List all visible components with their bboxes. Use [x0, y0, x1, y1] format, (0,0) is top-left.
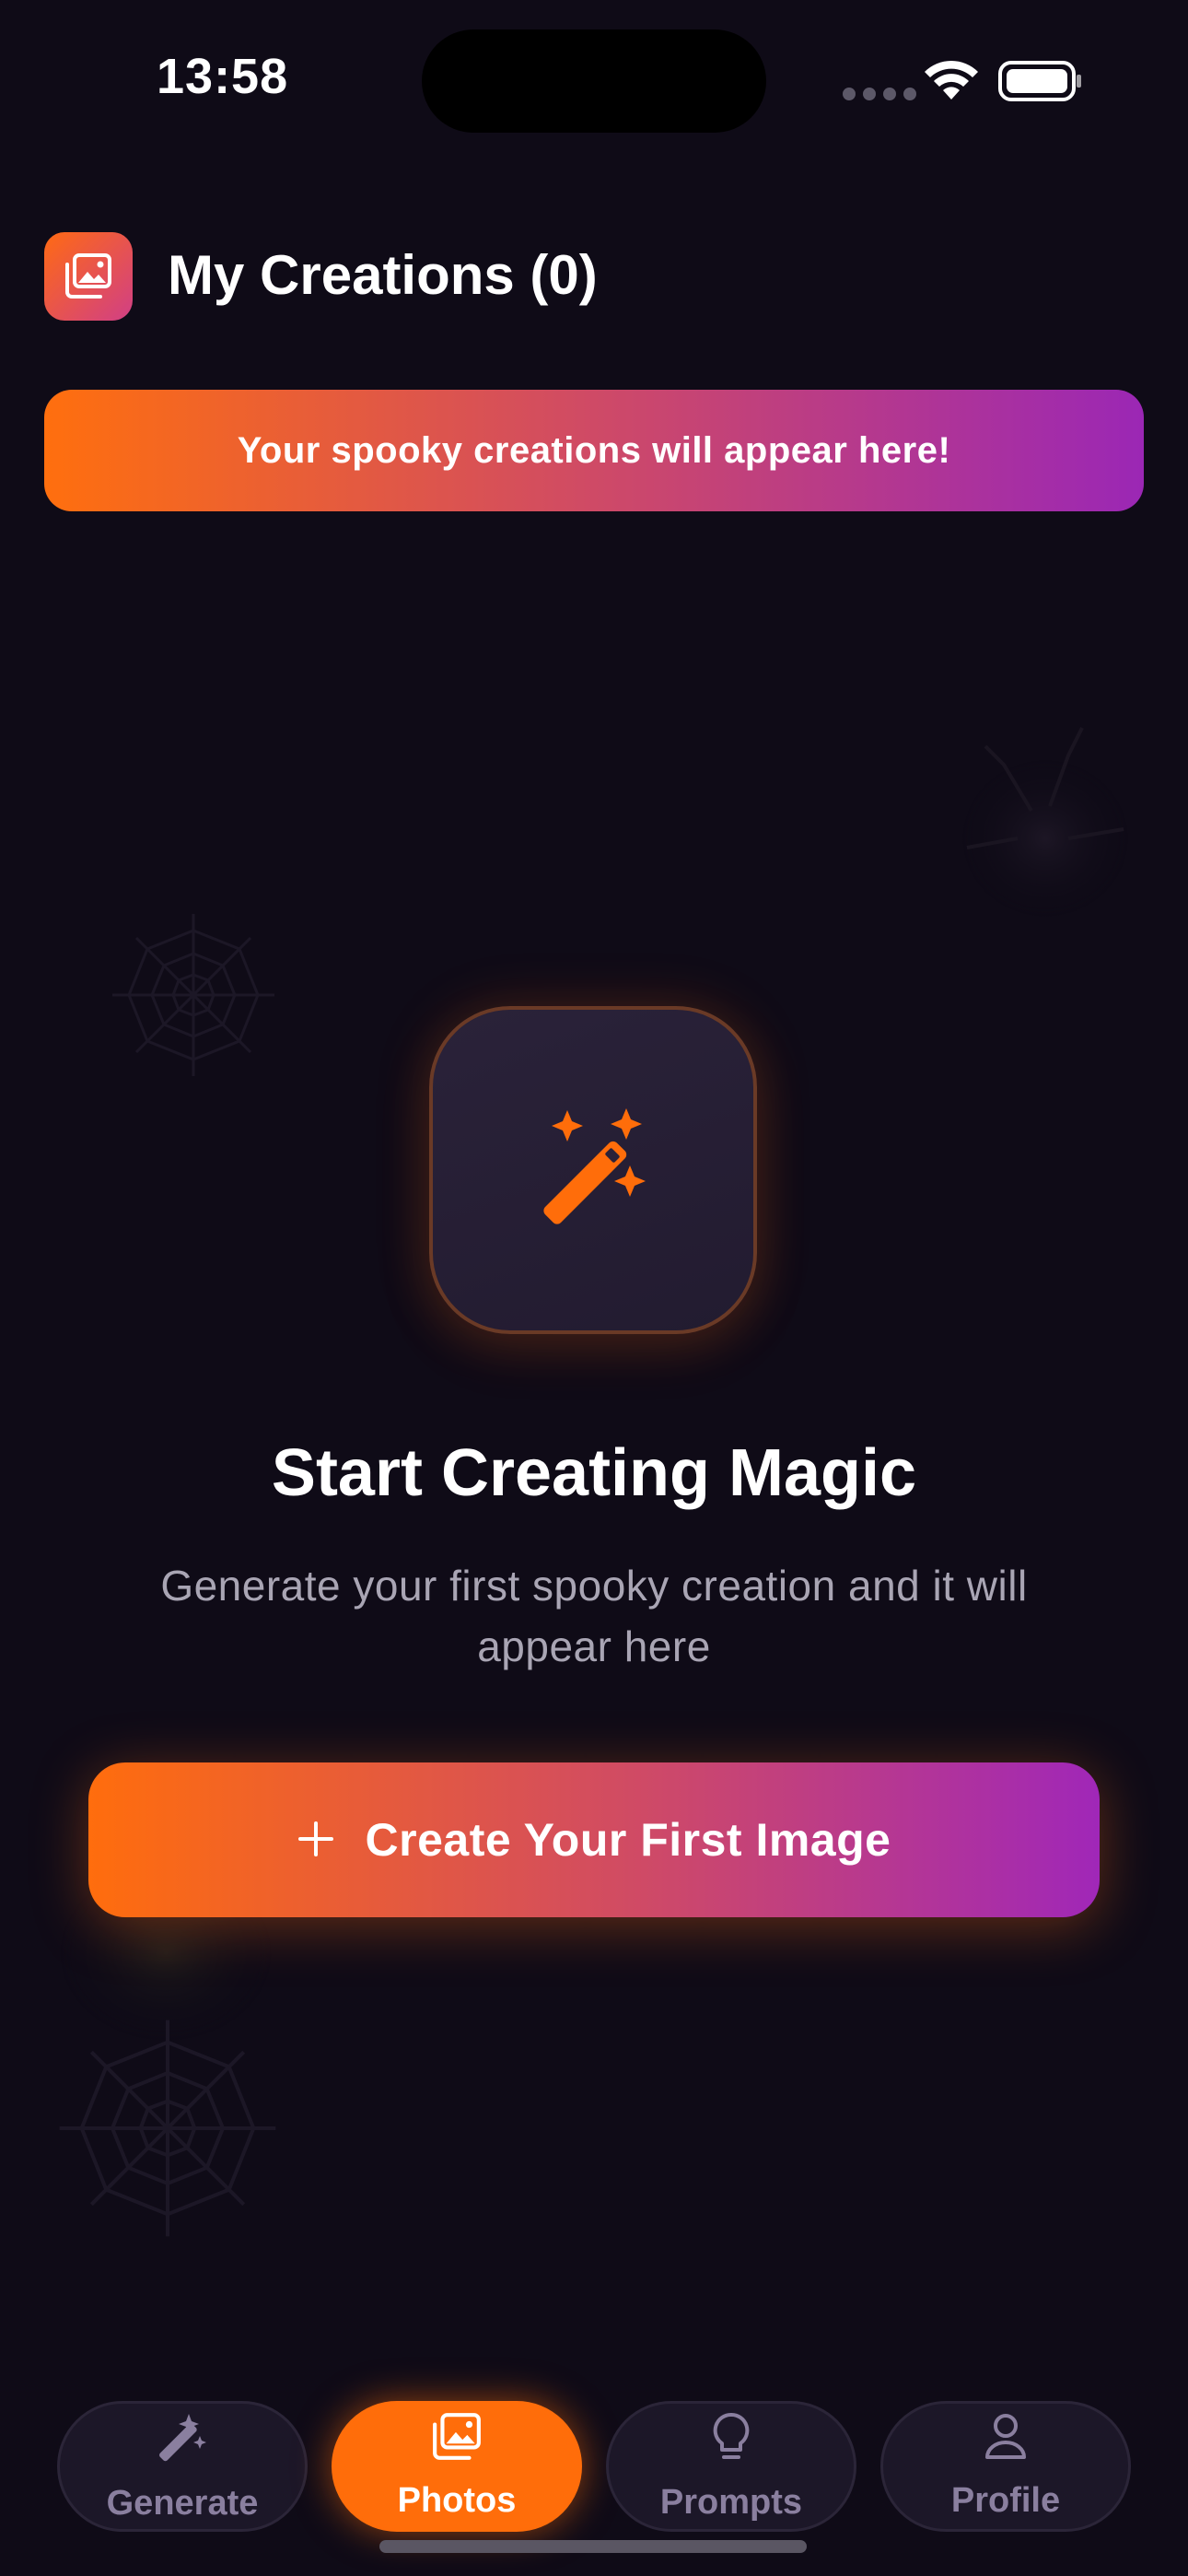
- banner-text: Your spooky creations will appear here!: [237, 429, 951, 471]
- tab-profile[interactable]: Profile: [880, 2401, 1131, 2532]
- tab-prompts-label: Prompts: [659, 2482, 803, 2522]
- empty-state-title: Start Creating Magic: [271, 1436, 917, 1510]
- dynamic-island: [422, 29, 766, 133]
- tab-generate[interactable]: Generate: [57, 2401, 308, 2532]
- tab-prompts[interactable]: Prompts: [606, 2401, 856, 2532]
- tab-photos[interactable]: Photos: [332, 2401, 582, 2532]
- plus-icon: [297, 1814, 334, 1866]
- create-first-image-label: Create Your First Image: [365, 1814, 891, 1866]
- tab-generate-label: Generate: [106, 2483, 259, 2523]
- magic-wand-icon: [538, 1107, 648, 1233]
- lightbulb-icon: [711, 2411, 751, 2472]
- magic-wand-tile: [429, 1006, 757, 1334]
- person-icon: [984, 2413, 1028, 2470]
- create-first-image-button[interactable]: Create Your First Image: [88, 1762, 1100, 1917]
- cellular-signal-icon: [843, 88, 916, 100]
- info-banner: Your spooky creations will appear here!: [44, 390, 1144, 511]
- empty-state-description: Generate your first spooky creation and …: [160, 1562, 1028, 1670]
- wifi-icon: [921, 57, 982, 108]
- battery-icon: [998, 61, 1083, 106]
- spider-web-icon: [111, 912, 276, 1083]
- tab-photos-label: Photos: [397, 2480, 517, 2520]
- home-indicator[interactable]: [379, 2540, 807, 2553]
- status-time: 13:58: [157, 49, 289, 104]
- page-title: My Creations (0): [168, 244, 598, 306]
- photo-stack-icon: [431, 2412, 483, 2470]
- spider-web-icon: [57, 2018, 278, 2243]
- magic-wand-icon: [156, 2410, 209, 2473]
- photo-stack-icon: [44, 232, 133, 321]
- tab-profile-label: Profile: [950, 2480, 1061, 2520]
- spider-icon: [930, 709, 1142, 926]
